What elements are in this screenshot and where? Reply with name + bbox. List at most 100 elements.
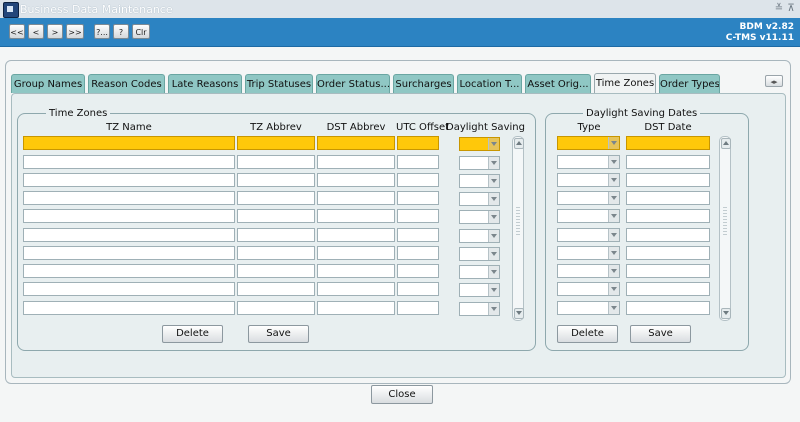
utc-offset-cell[interactable] xyxy=(397,173,439,187)
tab-trip-statuses[interactable]: Trip Statuses xyxy=(245,74,313,93)
tab-asset-origins[interactable]: Asset Orig... xyxy=(525,74,591,93)
tz-name-cell[interactable] xyxy=(23,264,235,278)
first-record-button[interactable]: << xyxy=(9,24,25,39)
chevron-down-icon[interactable] xyxy=(608,265,619,277)
help-button[interactable]: ? xyxy=(113,24,129,39)
dst-type-combo[interactable] xyxy=(557,209,620,223)
chevron-down-icon[interactable] xyxy=(608,137,619,149)
tz-name-cell[interactable] xyxy=(23,301,235,315)
chevron-down-icon[interactable] xyxy=(488,248,499,260)
tab-time-zones[interactable]: Time Zones xyxy=(594,73,656,94)
maximize-icon[interactable]: ⊼ xyxy=(786,3,796,14)
chevron-down-icon[interactable] xyxy=(488,211,499,223)
chevron-down-icon[interactable] xyxy=(608,302,619,314)
tz-abbrev-cell[interactable] xyxy=(237,191,315,205)
tz-save-button[interactable]: Save xyxy=(248,325,309,343)
tz-abbrev-cell[interactable] xyxy=(237,264,315,278)
last-record-button[interactable]: >> xyxy=(66,24,84,39)
chevron-down-icon[interactable] xyxy=(488,303,499,315)
tz-name-cell[interactable] xyxy=(23,209,235,223)
dst-abbrev-cell[interactable] xyxy=(317,264,395,278)
dst-type-combo[interactable] xyxy=(557,246,620,260)
utc-offset-cell[interactable] xyxy=(397,155,439,169)
tz-name-cell[interactable] xyxy=(23,155,235,169)
dst-date-cell[interactable] xyxy=(626,228,710,242)
previous-record-button[interactable]: < xyxy=(28,24,44,39)
dst-save-button[interactable]: Save xyxy=(630,325,691,343)
dst-date-cell[interactable] xyxy=(626,173,710,187)
utc-offset-cell[interactable] xyxy=(397,246,439,260)
utc-offset-cell[interactable] xyxy=(397,191,439,205)
next-record-button[interactable]: > xyxy=(47,24,63,39)
tz-abbrev-cell[interactable] xyxy=(237,136,315,150)
dst-date-cell[interactable] xyxy=(626,264,710,278)
dst-date-cell[interactable] xyxy=(626,282,710,296)
query-button[interactable]: ?... xyxy=(94,24,110,39)
dst-abbrev-cell[interactable] xyxy=(317,228,395,242)
dst-delete-button[interactable]: Delete xyxy=(557,325,618,343)
chevron-down-icon[interactable] xyxy=(488,230,499,242)
tz-delete-button[interactable]: Delete xyxy=(162,325,223,343)
tab-late-reasons[interactable]: Late Reasons xyxy=(168,74,242,93)
dst-type-combo[interactable] xyxy=(557,155,620,169)
daylight-saving-combo[interactable] xyxy=(459,156,500,170)
chevron-down-icon[interactable] xyxy=(608,210,619,222)
dst-type-combo[interactable] xyxy=(557,282,620,296)
time-zones-scrollbar[interactable] xyxy=(512,136,524,321)
chevron-down-icon[interactable] xyxy=(608,192,619,204)
dst-abbrev-cell[interactable] xyxy=(317,209,395,223)
utc-offset-cell[interactable] xyxy=(397,264,439,278)
daylight-saving-combo[interactable] xyxy=(459,229,500,243)
scroll-up-icon[interactable] xyxy=(721,138,731,149)
chevron-down-icon[interactable] xyxy=(488,193,499,205)
dst-date-cell[interactable] xyxy=(626,155,710,169)
dst-date-cell[interactable] xyxy=(626,246,710,260)
dst-type-combo[interactable] xyxy=(557,191,620,205)
dst-abbrev-cell[interactable] xyxy=(317,136,395,150)
dst-abbrev-cell[interactable] xyxy=(317,282,395,296)
dst-date-cell[interactable] xyxy=(626,301,710,315)
daylight-saving-combo[interactable] xyxy=(459,137,500,151)
dst-date-cell[interactable] xyxy=(626,209,710,223)
daylight-saving-combo[interactable] xyxy=(459,302,500,316)
chevron-down-icon[interactable] xyxy=(608,229,619,241)
utc-offset-cell[interactable] xyxy=(397,209,439,223)
clear-button[interactable]: Clr xyxy=(132,24,150,39)
tab-location-types[interactable]: Location T... xyxy=(457,74,522,93)
tz-abbrev-cell[interactable] xyxy=(237,209,315,223)
dst-abbrev-cell[interactable] xyxy=(317,246,395,260)
dst-type-combo[interactable] xyxy=(557,228,620,242)
dst-type-combo[interactable] xyxy=(557,264,620,278)
chevron-down-icon[interactable] xyxy=(608,156,619,168)
tab-surcharges[interactable]: Surcharges xyxy=(393,74,454,93)
dst-type-combo[interactable] xyxy=(557,173,620,187)
dst-abbrev-cell[interactable] xyxy=(317,173,395,187)
chevron-down-icon[interactable] xyxy=(488,138,499,150)
daylight-saving-combo[interactable] xyxy=(459,174,500,188)
dst-date-cell[interactable] xyxy=(626,191,710,205)
chevron-down-icon[interactable] xyxy=(488,266,499,278)
daylight-saving-combo[interactable] xyxy=(459,265,500,279)
tz-name-cell[interactable] xyxy=(23,136,235,150)
utc-offset-cell[interactable] xyxy=(397,282,439,296)
tz-abbrev-cell[interactable] xyxy=(237,301,315,315)
tz-name-cell[interactable] xyxy=(23,228,235,242)
dst-abbrev-cell[interactable] xyxy=(317,301,395,315)
tz-abbrev-cell[interactable] xyxy=(237,173,315,187)
tz-abbrev-cell[interactable] xyxy=(237,228,315,242)
daylight-saving-combo[interactable] xyxy=(459,210,500,224)
daylight-saving-combo[interactable] xyxy=(459,283,500,297)
tz-name-cell[interactable] xyxy=(23,282,235,296)
scroll-down-icon[interactable] xyxy=(721,308,731,319)
tz-name-cell[interactable] xyxy=(23,173,235,187)
dst-type-combo[interactable] xyxy=(557,136,620,150)
dst-dates-scrollbar[interactable] xyxy=(719,136,731,321)
tab-order-types[interactable]: Order Types xyxy=(659,74,720,93)
close-button[interactable]: Close xyxy=(371,385,433,404)
dst-type-combo[interactable] xyxy=(557,301,620,315)
chevron-down-icon[interactable] xyxy=(608,283,619,295)
tz-abbrev-cell[interactable] xyxy=(237,155,315,169)
tz-name-cell[interactable] xyxy=(23,191,235,205)
tz-abbrev-cell[interactable] xyxy=(237,282,315,296)
daylight-saving-combo[interactable] xyxy=(459,192,500,206)
